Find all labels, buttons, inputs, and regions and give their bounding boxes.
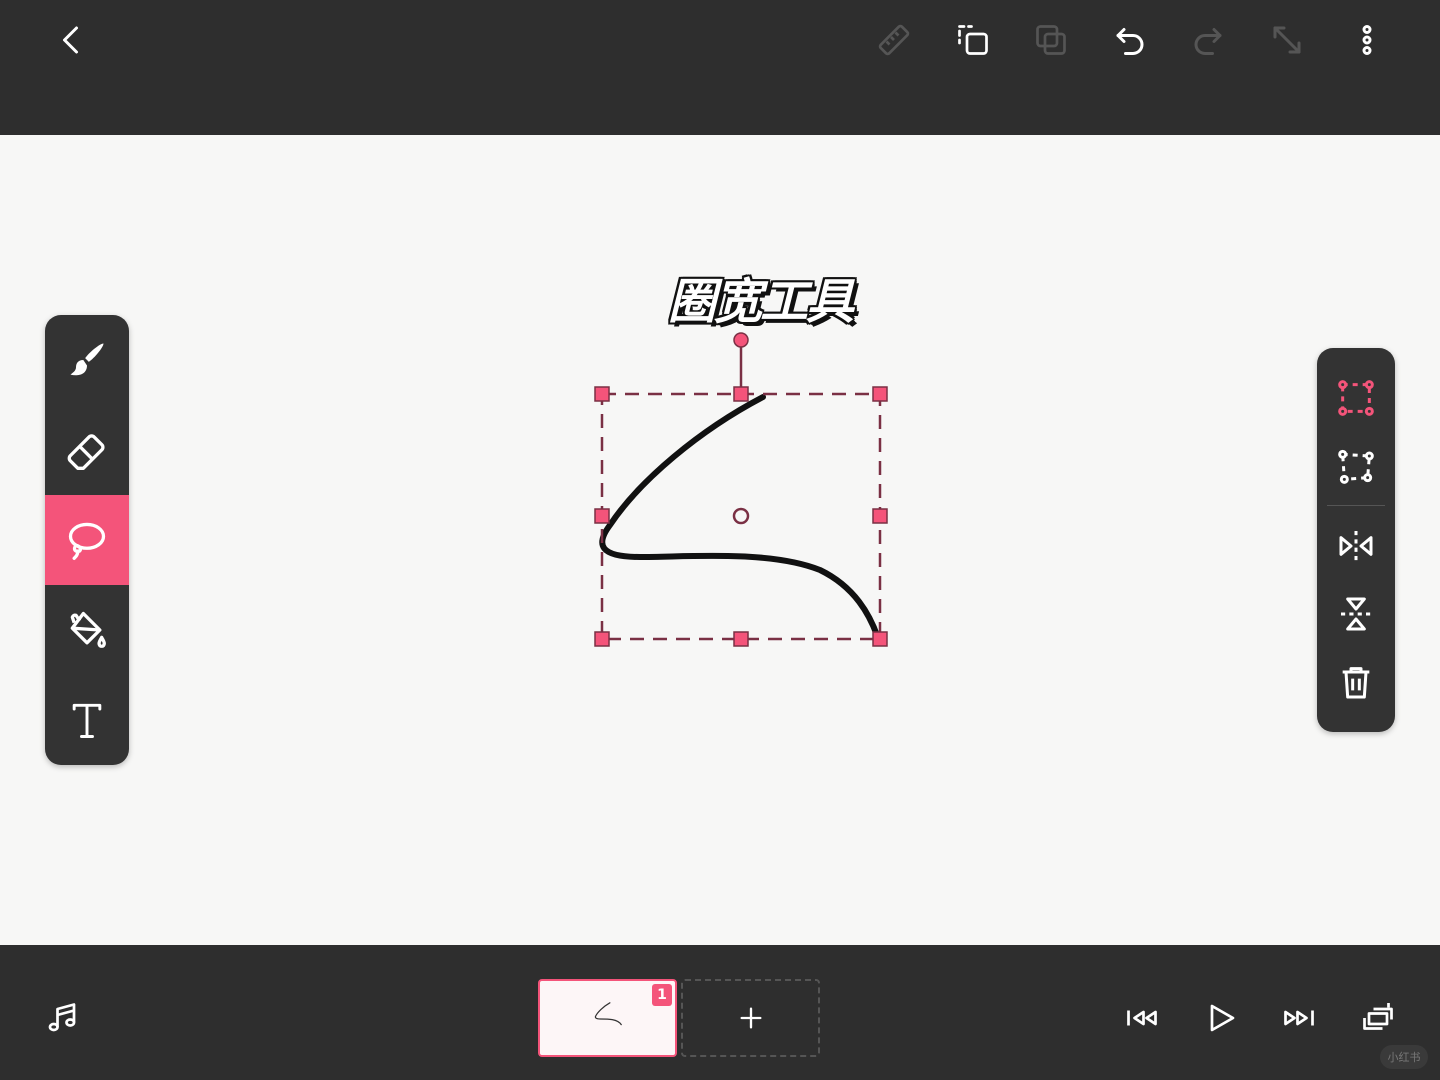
plus-icon [740, 1007, 761, 1029]
ruler-icon [878, 24, 910, 56]
handle-bottom-center[interactable] [733, 631, 749, 647]
handle-middle-right[interactable] [872, 508, 888, 524]
music-button[interactable] [36, 992, 88, 1044]
undo-button[interactable] [1104, 14, 1156, 66]
text-tool[interactable] [45, 675, 129, 765]
fullscreen-icon [1273, 26, 1301, 54]
back-icon [63, 26, 78, 54]
select-copy-button[interactable] [947, 14, 999, 66]
rect-select-icon [1338, 380, 1374, 416]
brush-tool[interactable] [45, 315, 129, 405]
add-frame-button[interactable] [681, 979, 820, 1057]
play-button[interactable] [1195, 992, 1247, 1044]
play-icon [1210, 1004, 1235, 1032]
music-icon [48, 1003, 76, 1032]
top-toolbar [0, 0, 1440, 135]
text-icon [72, 703, 102, 738]
flip-vertical-tool[interactable] [1317, 582, 1395, 646]
lasso-tool[interactable] [45, 495, 129, 585]
duplicate-button[interactable] [1025, 14, 1077, 66]
brush-icon [70, 343, 104, 376]
frame-number-badge: 1 [652, 984, 672, 1006]
paint-bucket-tool[interactable] [45, 585, 129, 675]
watermark: 小红书 [1380, 1045, 1428, 1069]
layers-button[interactable] [1352, 992, 1404, 1044]
redo-button[interactable] [1182, 14, 1234, 66]
paint-bucket-icon [70, 611, 106, 648]
redo-icon [1194, 28, 1222, 55]
handle-middle-left[interactable] [594, 508, 610, 524]
rotate-handle[interactable] [733, 332, 749, 348]
frame-thumbnail[interactable]: 1 [538, 979, 677, 1057]
left-toolbar [45, 315, 129, 765]
toolbar-divider [1327, 505, 1385, 506]
ruler-button[interactable] [868, 14, 920, 66]
handle-bottom-left[interactable] [594, 631, 610, 647]
lasso-icon [68, 522, 106, 560]
eraser-tool[interactable] [45, 405, 129, 495]
duplicate-icon [1036, 25, 1066, 55]
skip-to-start-button[interactable] [1116, 992, 1168, 1044]
undo-icon [1116, 28, 1144, 55]
skip-to-start-icon [1127, 1010, 1157, 1026]
flip-vertical-icon [1341, 597, 1371, 631]
handle-top-right[interactable] [872, 386, 888, 402]
skip-to-end-button[interactable] [1273, 992, 1325, 1044]
fullscreen-button[interactable] [1261, 14, 1313, 66]
drawn-stroke[interactable] [599, 394, 881, 641]
free-transform-tool[interactable] [1317, 434, 1395, 498]
handle-top-left[interactable] [594, 386, 610, 402]
canvas-title: 圈宽工具 [667, 274, 854, 330]
delete-icon [1342, 667, 1370, 699]
skip-to-end-icon [1284, 1010, 1314, 1026]
more-icon [1362, 25, 1372, 55]
lasso-selection[interactable] [580, 325, 910, 665]
rect-select-tool[interactable] [1317, 366, 1395, 430]
layers-icon [1363, 1003, 1393, 1030]
free-transform-icon [1338, 449, 1374, 484]
flip-horizontal-tool[interactable] [1317, 514, 1395, 578]
right-toolbar [1317, 348, 1395, 732]
flip-horizontal-icon [1339, 531, 1373, 561]
delete-tool[interactable] [1317, 650, 1395, 714]
select-copy-icon [958, 25, 988, 55]
handle-bottom-right[interactable] [872, 631, 888, 647]
handle-top-center[interactable] [733, 386, 749, 402]
eraser-icon [67, 434, 105, 470]
back-button[interactable] [46, 14, 98, 66]
selection-box [600, 392, 882, 641]
pivot-point[interactable] [732, 507, 750, 525]
more-button[interactable] [1341, 14, 1393, 66]
